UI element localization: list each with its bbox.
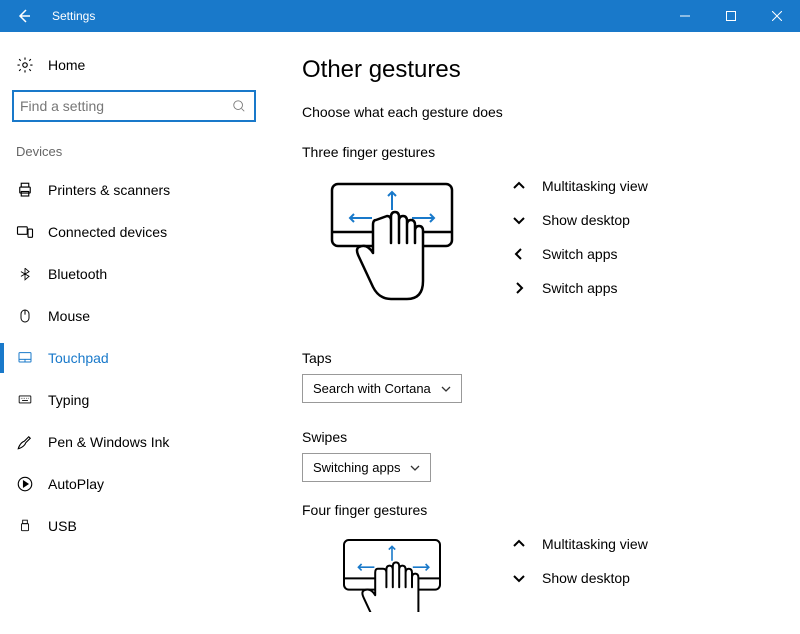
- chevron-down-icon: [410, 463, 420, 473]
- sidebar-item-connected-devices[interactable]: Connected devices: [0, 211, 268, 253]
- bluetooth-icon: [16, 265, 34, 283]
- chevron-right-icon: [512, 281, 526, 295]
- sidebar-item-label: USB: [48, 518, 77, 534]
- autoplay-icon: [16, 475, 34, 493]
- printer-icon: [16, 181, 34, 199]
- sidebar-item-pen[interactable]: Pen & Windows Ink: [0, 421, 268, 463]
- chevron-up-icon: [512, 179, 526, 193]
- titlebar: Settings: [0, 0, 800, 32]
- keyboard-icon: [16, 391, 34, 409]
- gesture-up: Multitasking view: [512, 536, 648, 552]
- minimize-icon: [680, 11, 690, 21]
- back-button[interactable]: [0, 0, 48, 32]
- three-finger-title: Three finger gestures: [302, 144, 780, 160]
- gesture-label: Show desktop: [542, 570, 630, 586]
- search-icon: [232, 99, 246, 113]
- sidebar-item-mouse[interactable]: Mouse: [0, 295, 268, 337]
- gesture-right: Switch apps: [512, 280, 648, 296]
- usb-icon: [16, 517, 34, 535]
- sidebar-item-label: Pen & Windows Ink: [48, 434, 169, 450]
- home-link[interactable]: Home: [0, 46, 268, 90]
- sidebar-item-label: Typing: [48, 392, 89, 408]
- search-field[interactable]: [20, 98, 232, 114]
- gesture-label: Switch apps: [542, 246, 617, 262]
- sidebar-item-label: Printers & scanners: [48, 182, 170, 198]
- maximize-icon: [726, 11, 736, 21]
- swipes-value: Switching apps: [313, 460, 400, 475]
- close-button[interactable]: [754, 0, 800, 32]
- gesture-left: Switch apps: [512, 246, 648, 262]
- sidebar-item-label: Bluetooth: [48, 266, 107, 282]
- main-panel: Other gestures Choose what each gesture …: [268, 32, 800, 634]
- page-subheading: Choose what each gesture does: [302, 104, 780, 120]
- three-finger-block: Multitasking view Show desktop Switch ap…: [302, 174, 780, 334]
- gear-icon: [16, 56, 34, 74]
- gesture-label: Multitasking view: [542, 536, 648, 552]
- sidebar-item-typing[interactable]: Typing: [0, 379, 268, 421]
- gesture-down: Show desktop: [512, 212, 648, 228]
- four-finger-actions: Multitasking view Show desktop: [512, 532, 648, 612]
- arrow-left-icon: [16, 8, 32, 24]
- taps-value: Search with Cortana: [313, 381, 431, 396]
- gesture-label: Multitasking view: [542, 178, 648, 194]
- taps-label: Taps: [302, 350, 780, 366]
- swipes-label: Swipes: [302, 429, 780, 445]
- chevron-up-icon: [512, 537, 526, 551]
- sidebar-item-usb[interactable]: USB: [0, 505, 268, 547]
- search-input[interactable]: [12, 90, 256, 122]
- sidebar-item-label: Connected devices: [48, 224, 167, 240]
- chevron-down-icon: [512, 213, 526, 227]
- pen-icon: [16, 433, 34, 451]
- sidebar-item-printers[interactable]: Printers & scanners: [0, 169, 268, 211]
- gesture-up: Multitasking view: [512, 178, 648, 194]
- gesture-down: Show desktop: [512, 570, 648, 586]
- home-label: Home: [48, 57, 85, 73]
- sidebar-item-autoplay[interactable]: AutoPlay: [0, 463, 268, 505]
- three-finger-actions: Multitasking view Show desktop Switch ap…: [512, 174, 648, 334]
- taps-dropdown[interactable]: Search with Cortana: [302, 374, 462, 403]
- four-finger-title: Four finger gestures: [302, 502, 780, 518]
- mouse-icon: [16, 307, 34, 325]
- four-finger-block: Multitasking view Show desktop: [302, 532, 780, 612]
- three-finger-diagram: [302, 174, 482, 334]
- sidebar-item-label: Mouse: [48, 308, 90, 324]
- swipes-dropdown[interactable]: Switching apps: [302, 453, 431, 482]
- sidebar-group-label: Devices: [0, 136, 268, 169]
- gesture-label: Switch apps: [542, 280, 617, 296]
- minimize-button[interactable]: [662, 0, 708, 32]
- touchpad-icon: [16, 349, 34, 367]
- gesture-label: Show desktop: [542, 212, 630, 228]
- devices-icon: [16, 223, 34, 241]
- content: Home Devices Printers & scanners Connect…: [0, 32, 800, 634]
- chevron-left-icon: [512, 247, 526, 261]
- window-controls: [662, 0, 800, 32]
- sidebar-item-bluetooth[interactable]: Bluetooth: [0, 253, 268, 295]
- sidebar-item-label: AutoPlay: [48, 476, 104, 492]
- chevron-down-icon: [441, 384, 451, 394]
- close-icon: [772, 11, 782, 21]
- sidebar-item-label: Touchpad: [48, 350, 109, 366]
- page-title: Other gestures: [302, 56, 780, 84]
- window-title: Settings: [48, 9, 95, 23]
- chevron-down-icon: [512, 571, 526, 585]
- maximize-button[interactable]: [708, 0, 754, 32]
- sidebar-item-touchpad[interactable]: Touchpad: [0, 337, 268, 379]
- sidebar: Home Devices Printers & scanners Connect…: [0, 32, 268, 634]
- four-finger-diagram: [302, 532, 482, 612]
